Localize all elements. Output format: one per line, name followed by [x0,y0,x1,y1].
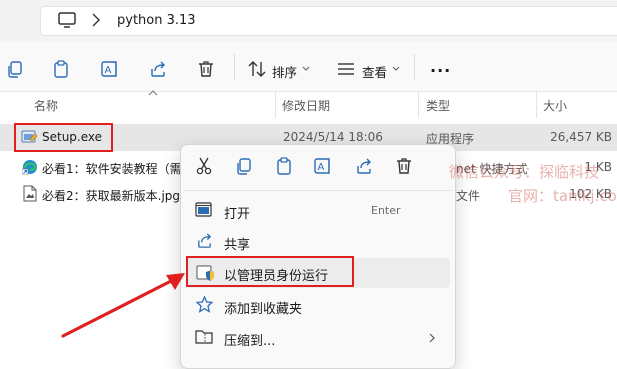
menu-shortcut: Enter [371,204,401,217]
chevron-down-icon [302,66,310,72]
watermark-line: 官网：tanlkj.com [508,187,617,205]
share-icon[interactable] [355,157,373,175]
column-header-modified[interactable]: 修改日期 [282,97,330,114]
monitor-icon [58,12,76,29]
file-size: 26,457 KB [550,130,612,144]
menu-item-label: 压缩到... [224,334,276,349]
sort-icon [248,61,266,77]
watermark-line: 微信公众号：探临科技 [449,163,600,181]
zip-folder-icon [195,328,213,344]
menu-item-label: 添加到收藏夹 [224,302,303,317]
toolbar-divider [414,54,415,80]
column-header-type[interactable]: 类型 [426,97,450,114]
chevron-right-icon [429,333,435,343]
copy-icon[interactable] [235,157,253,175]
highlight-box-run-as-admin [186,256,354,287]
paste-icon[interactable] [52,60,70,78]
copy-icon[interactable] [6,60,24,78]
view-icon [338,63,354,75]
menu-separator [184,190,452,191]
star-icon [196,296,213,313]
delete-icon[interactable] [395,157,413,175]
menu-item-label: 共享 [224,238,251,253]
view-button[interactable]: 查看 [362,62,387,81]
column-header-size[interactable]: 大小 [543,97,567,114]
file-type: 文件 [456,189,481,203]
open-icon [195,202,212,217]
delete-icon[interactable] [197,60,215,78]
paste-icon[interactable] [275,157,293,175]
edge-shortcut-icon [22,159,38,175]
svg-text:A: A [318,162,325,173]
share-icon[interactable] [149,60,167,78]
share-icon [196,232,213,249]
rename-icon[interactable]: A [101,60,119,78]
highlight-box-setup [14,123,113,152]
sort-ascending-icon [148,90,158,96]
more-options-button[interactable]: ··· [430,61,451,80]
file-modified-date: 2024/5/14 18:06 [283,130,383,144]
menu-item-label: 打开 [224,207,251,222]
annotation-arrow-icon [55,268,190,343]
svg-text:A: A [105,65,112,76]
cut-icon[interactable] [196,157,212,175]
column-header-name[interactable]: 名称 [34,97,58,114]
column-divider[interactable] [418,92,419,118]
chevron-down-icon [392,66,400,72]
image-file-icon [23,185,37,202]
rename-icon[interactable]: A [314,157,332,175]
column-divider[interactable] [536,92,537,118]
toolbar-divider [234,54,235,80]
file-name[interactable]: 必看2：获取最新版本.jpg [42,187,180,204]
chevron-right-icon [92,13,100,27]
file-name[interactable]: 必看1：软件安装教程（需 [42,160,182,177]
column-divider[interactable] [275,92,276,118]
breadcrumb-current-folder[interactable]: python 3.13 [117,13,196,28]
sort-button[interactable]: 排序 [272,62,297,81]
